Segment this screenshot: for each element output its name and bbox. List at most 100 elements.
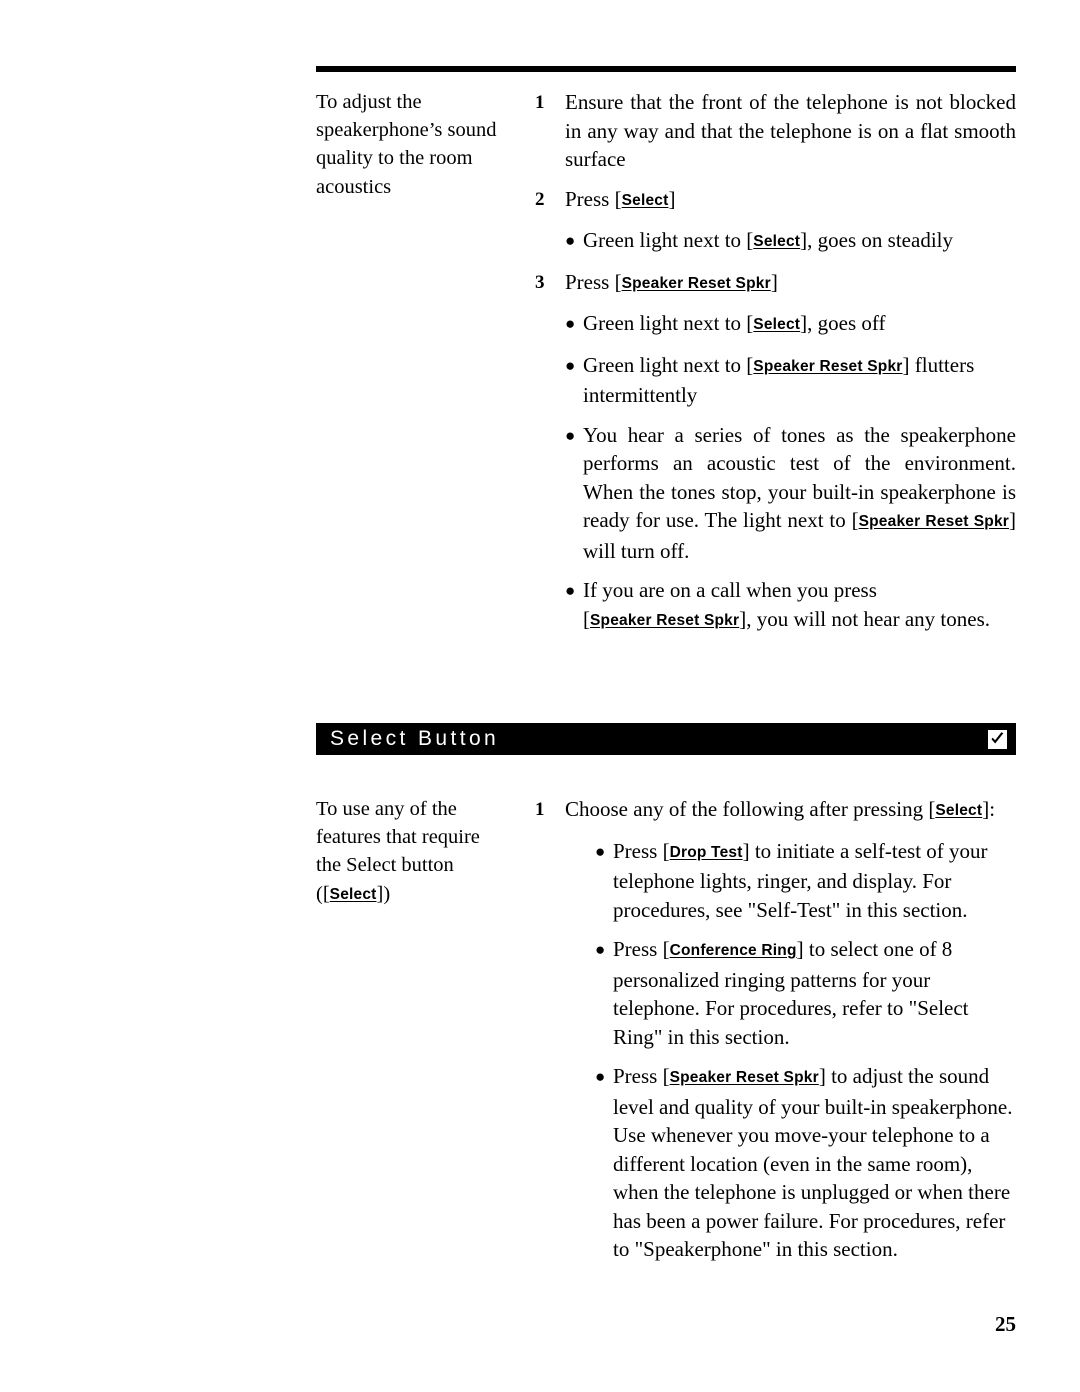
select-button-steps-column: 1 Choose any of the following after pres…	[521, 795, 1016, 1275]
page-number: 25	[995, 1312, 1016, 1336]
bullet-prefix: Green light next to	[583, 228, 742, 252]
sidebar-line: acoustics	[316, 175, 392, 198]
bullet-dot-icon: ●	[595, 1067, 606, 1086]
bracket-close: ]	[668, 186, 676, 211]
step-number: 1	[535, 799, 545, 820]
bracket-close: ]	[770, 269, 778, 294]
bullet-text: Green light next to [Select], goes on st…	[583, 226, 1016, 257]
sidebar-line: features that require	[316, 826, 480, 849]
step-text: Press [Speaker Reset Spkr]	[565, 268, 1016, 299]
key-label-drop-test[interactable]: Drop Test	[670, 844, 743, 861]
top-rule-divider	[316, 66, 1016, 72]
bullet-prefix: Press	[613, 838, 658, 863]
key-label-select[interactable]: Select	[330, 886, 377, 903]
bullet-dot-icon: ●	[595, 841, 606, 861]
step-text: Ensure that the front of the telephone i…	[565, 90, 1016, 171]
bullet-item: ● Press [Speaker Reset Spkr] to adjust t…	[595, 1062, 1016, 1264]
step-prefix: Press	[565, 186, 610, 211]
speakerphone-section: To adjust the speakerphone’s sound quali…	[316, 88, 1016, 646]
paren-close: ])	[376, 882, 391, 905]
bullet-dot-icon: ●	[565, 231, 576, 250]
key-label-speaker-reset-spkr[interactable]: Speaker Reset Spkr	[590, 612, 739, 629]
bracket-open: [	[662, 838, 670, 863]
speakerphone-steps-column: 1 Ensure that the front of the telephone…	[521, 88, 1016, 646]
bullet-prefix: Green light next to	[583, 311, 742, 335]
bracket-close: ]	[796, 937, 804, 961]
bracket-close: ]	[742, 838, 750, 863]
key-label-speaker-reset-spkr[interactable]: Speaker Reset Spkr	[670, 1069, 819, 1086]
key-label-conference-ring[interactable]: Conference Ring	[670, 942, 797, 959]
key-label-select[interactable]: Select	[753, 233, 800, 250]
key-label-select[interactable]: Select	[935, 802, 982, 819]
bracket-open: [	[614, 269, 622, 294]
checkbox-checked-icon	[988, 729, 1007, 749]
select-button-section-header: Select Button	[316, 723, 1016, 755]
bullet-text: You hear a series of tones as the speake…	[583, 421, 1016, 566]
step-suffix: :	[989, 797, 996, 821]
bullet-suffix: , you will not hear any tones.	[746, 606, 991, 631]
bullet-suffix: to adjust the sound level and quality of…	[613, 1064, 1013, 1261]
bullet-suffix: will turn off.	[583, 538, 690, 563]
bullet-text: Green light next to [Speaker Reset Spkr]…	[583, 351, 1016, 410]
sidebar-line: the Select button	[316, 854, 454, 877]
section-title: Select Button	[330, 727, 500, 750]
key-label-select[interactable]: Select	[622, 192, 669, 209]
bullet-text: Press [Drop Test] to initiate a self-tes…	[613, 837, 1016, 925]
sidebar-key-line: ([Select])	[316, 880, 521, 909]
bullet-item: ● Press [Drop Test] to initiate a self-t…	[595, 837, 1016, 925]
bullet-item: ● Green light next to [Speaker Reset Spk…	[565, 351, 1016, 410]
bullet-item: ● If you are on a call when you press [S…	[565, 576, 1016, 635]
bullet-item: ● You hear a series of tones as the spea…	[565, 421, 1016, 566]
sidebar-line: To adjust the	[316, 91, 422, 113]
bullet-item: ● Green light next to [Select], goes off	[565, 309, 1016, 340]
key-label-speaker-reset-spkr[interactable]: Speaker Reset Spkr	[622, 275, 771, 292]
sidebar-line: To use any of the	[316, 798, 457, 820]
bullet-text: Green light next to [Select], goes off	[583, 309, 1016, 340]
step-number: 1	[535, 92, 545, 113]
bullet-prefix: Press	[613, 1064, 658, 1088]
speakerphone-sidebar-description: To adjust the speakerphone’s sound quali…	[316, 88, 521, 201]
bullet-dot-icon: ●	[565, 581, 576, 600]
step-number: 2	[535, 188, 545, 210]
bullet-text: Press [Speaker Reset Spkr] to adjust the…	[613, 1062, 1016, 1264]
bullet-item: ● Press [Conference Ring] to select one …	[595, 935, 1016, 1051]
bracket-open: [	[662, 937, 670, 961]
bullet-item: ● Green light next to [Select], goes on …	[565, 226, 1016, 257]
document-page: To adjust the speakerphone’s sound quali…	[0, 0, 1080, 1392]
step-text: Choose any of the following after pressi…	[565, 795, 1016, 826]
key-label-speaker-reset-spkr[interactable]: Speaker Reset Spkr	[859, 513, 1009, 530]
step-prefix: Press	[565, 269, 610, 294]
bracket-open: [	[662, 1064, 670, 1088]
step-number: 3	[535, 271, 545, 293]
bracket-open: [	[583, 606, 590, 631]
sidebar-line: quality to the room	[316, 147, 473, 170]
bracket-close: ]	[818, 1064, 826, 1088]
step-text: Press [Select]	[565, 185, 1016, 216]
key-label-select[interactable]: Select	[753, 316, 800, 333]
step-prefix: Choose any of the following after pressi…	[565, 797, 924, 821]
step-item: 1 Ensure that the front of the telephone…	[535, 88, 1016, 174]
step-item: 1 Choose any of the following after pres…	[535, 795, 1016, 826]
sidebar-line: speakerphone’s sound	[316, 119, 497, 142]
step-item: 2 Press [Select]	[535, 185, 1016, 216]
bullet-prefix: If you are on a call when you press	[583, 578, 877, 602]
step-item: 3 Press [Speaker Reset Spkr]	[535, 268, 1016, 299]
bullet-suffix: , goes off	[807, 311, 886, 335]
bullet-prefix: Press	[613, 937, 658, 961]
select-button-sidebar-description: To use any of the features that require …	[316, 795, 521, 909]
bullet-text: Press [Conference Ring] to select one of…	[613, 935, 1016, 1051]
bullet-dot-icon: ●	[565, 355, 576, 375]
bullet-suffix: , goes on steadily	[807, 228, 953, 252]
bracket-close: ]	[902, 352, 910, 377]
key-label-speaker-reset-spkr[interactable]: Speaker Reset Spkr	[753, 358, 902, 375]
bullet-dot-icon: ●	[565, 314, 576, 333]
select-button-section: To use any of the features that require …	[316, 795, 1016, 1275]
bracket-close: ]	[1009, 508, 1016, 532]
bullet-dot-icon: ●	[595, 940, 606, 959]
bracket-open: [	[614, 186, 622, 211]
bullet-text: If you are on a call when you press [Spe…	[583, 576, 1016, 635]
paren-open: ([	[316, 882, 330, 905]
bracket-open: [	[851, 508, 859, 532]
bullet-prefix: Green light next to	[583, 352, 742, 377]
bullet-dot-icon: ●	[565, 425, 576, 445]
